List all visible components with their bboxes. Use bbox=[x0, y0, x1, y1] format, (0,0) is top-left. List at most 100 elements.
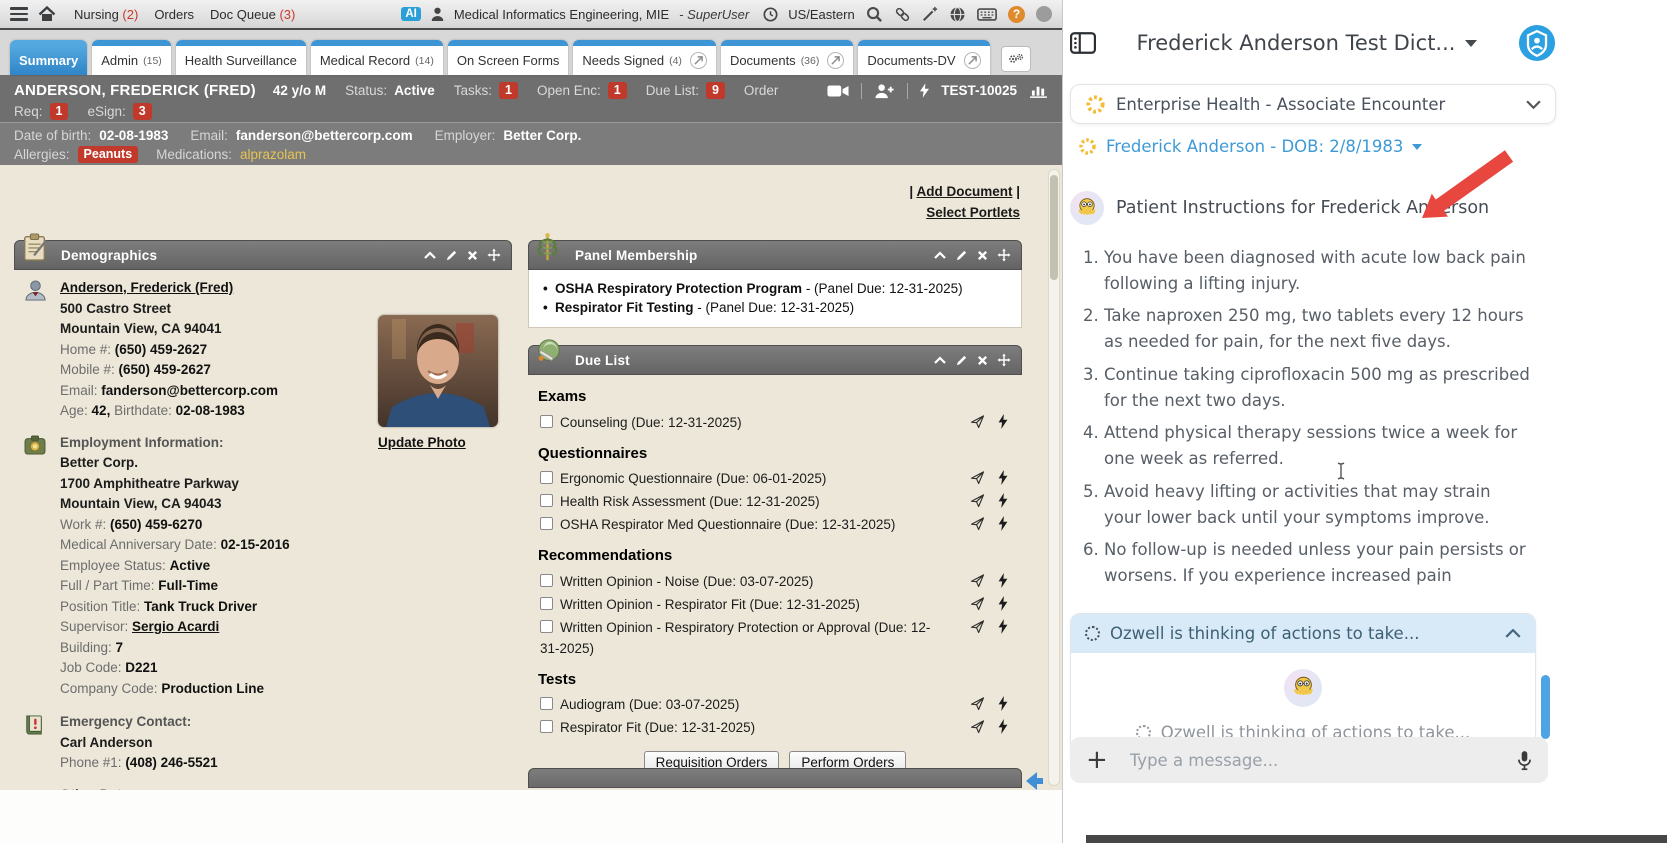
due-item-checkbox[interactable] bbox=[540, 517, 553, 530]
allergy-badge[interactable]: Peanuts bbox=[77, 146, 139, 163]
menu-icon[interactable] bbox=[10, 7, 28, 21]
select-portlets-link[interactable]: Select Portlets bbox=[926, 205, 1020, 220]
chat-input[interactable] bbox=[1129, 750, 1495, 770]
tab-needs-signed[interactable]: Needs Signed (4) bbox=[573, 40, 716, 75]
nav-item-orders[interactable]: Orders bbox=[154, 7, 194, 22]
sidebar-toggle-icon[interactable] bbox=[1070, 32, 1096, 54]
keyboard-icon[interactable] bbox=[977, 7, 997, 21]
perform-now-icon[interactable] bbox=[998, 493, 1008, 508]
tab-admin[interactable]: Admin (15) bbox=[92, 40, 171, 75]
chart-stats-icon[interactable] bbox=[1029, 83, 1048, 98]
demographics-header[interactable]: Demographics bbox=[14, 233, 512, 270]
tab-summary[interactable]: Summary bbox=[10, 40, 88, 75]
send-order-icon[interactable] bbox=[970, 596, 985, 611]
send-order-icon[interactable] bbox=[970, 619, 985, 634]
tab-on-screen-forms[interactable]: On Screen Forms bbox=[447, 40, 569, 75]
search-icon[interactable] bbox=[866, 6, 883, 23]
video-camera-icon[interactable] bbox=[827, 84, 849, 98]
external-link-icon[interactable] bbox=[963, 52, 981, 69]
user-avatar-circle[interactable] bbox=[1036, 6, 1052, 22]
req-badge[interactable]: 1 bbox=[49, 103, 69, 120]
move-portlet-icon[interactable] bbox=[997, 353, 1011, 367]
send-order-icon[interactable] bbox=[970, 696, 985, 711]
microphone-icon[interactable] bbox=[1517, 750, 1532, 771]
esign-badge[interactable]: 3 bbox=[132, 103, 152, 120]
due-item-checkbox[interactable] bbox=[540, 573, 553, 587]
medication-value[interactable]: alprazolam bbox=[240, 147, 306, 162]
perform-now-icon[interactable] bbox=[998, 719, 1008, 734]
collapse-portlet-icon[interactable] bbox=[934, 251, 946, 259]
send-order-icon[interactable] bbox=[970, 516, 985, 531]
tab-medical-record[interactable]: Medical Record (14) bbox=[310, 40, 443, 75]
collapse-portlet-icon[interactable] bbox=[934, 356, 946, 364]
patient-context-dropdown[interactable]: Frederick Anderson - DOB: 2/8/1983 bbox=[1070, 137, 1556, 156]
due-item-checkbox[interactable] bbox=[540, 471, 553, 484]
due-item-checkbox[interactable] bbox=[540, 494, 553, 507]
bolt-icon[interactable] bbox=[920, 83, 930, 98]
close-portlet-icon[interactable] bbox=[977, 355, 988, 366]
left-scrollbar[interactable] bbox=[1048, 169, 1060, 786]
patient-name[interactable]: ANDERSON, FREDERICK (FRED) bbox=[14, 82, 256, 99]
tab-health-surveillance[interactable]: Health Surveillance bbox=[175, 40, 306, 75]
perform-now-icon[interactable] bbox=[998, 413, 1008, 429]
due-item-checkbox[interactable] bbox=[540, 720, 553, 733]
external-link-icon[interactable] bbox=[827, 52, 845, 69]
order-link[interactable]: Order bbox=[744, 83, 779, 98]
move-portlet-icon[interactable] bbox=[487, 248, 501, 262]
due-list-header[interactable]: Due List bbox=[528, 339, 1022, 375]
tab-settings-gear-button[interactable] bbox=[1000, 46, 1031, 72]
close-portlet-icon[interactable] bbox=[977, 250, 988, 261]
due-item-checkbox[interactable] bbox=[540, 697, 553, 710]
external-link-icon[interactable] bbox=[689, 52, 707, 69]
send-order-icon[interactable] bbox=[970, 573, 985, 588]
collapse-portlet-icon[interactable] bbox=[424, 251, 436, 259]
due-list-badge[interactable]: 9 bbox=[705, 82, 725, 99]
close-portlet-icon[interactable] bbox=[467, 250, 478, 261]
home-icon[interactable] bbox=[38, 6, 56, 22]
edit-portlet-icon[interactable] bbox=[955, 354, 968, 367]
edit-portlet-icon[interactable] bbox=[445, 249, 458, 262]
perform-now-icon[interactable] bbox=[998, 572, 1008, 588]
perform-now-icon[interactable] bbox=[998, 618, 1008, 634]
timezone-label[interactable]: US/Eastern bbox=[788, 7, 854, 22]
conversation-title-dropdown[interactable]: Frederick Anderson Test Dict... bbox=[1096, 31, 1518, 55]
perform-now-icon[interactable] bbox=[998, 696, 1008, 711]
due-item-checkbox[interactable] bbox=[540, 414, 553, 428]
perform-now-icon[interactable] bbox=[998, 516, 1008, 531]
perform-now-icon[interactable] bbox=[998, 595, 1008, 611]
attach-plus-button[interactable]: + bbox=[1086, 747, 1108, 773]
due-item-checkbox[interactable] bbox=[540, 619, 553, 633]
help-icon[interactable]: ? bbox=[1008, 5, 1025, 23]
left-scrollbar-thumb[interactable] bbox=[1050, 175, 1058, 280]
panel-membership-header[interactable]: Panel Membership bbox=[528, 233, 1022, 270]
due-item-checkbox[interactable] bbox=[540, 596, 553, 610]
add-document-link[interactable]: Add Document bbox=[916, 184, 1012, 199]
send-order-icon[interactable] bbox=[970, 719, 985, 734]
wand-icon[interactable] bbox=[922, 6, 938, 22]
assistant-scrollbar-thumb[interactable] bbox=[1541, 675, 1550, 739]
nav-item-nursing[interactable]: Nursing (2) bbox=[74, 7, 138, 22]
perform-now-icon[interactable] bbox=[998, 470, 1008, 485]
ozwell-logo[interactable] bbox=[1518, 24, 1556, 62]
send-order-icon[interactable] bbox=[970, 470, 985, 485]
field-value-link[interactable]: Sergio Acardi bbox=[132, 619, 219, 634]
send-order-icon[interactable] bbox=[970, 493, 985, 508]
link-icon[interactable] bbox=[894, 6, 911, 23]
tasks-badge[interactable]: 1 bbox=[498, 82, 518, 99]
open-enc-badge[interactable]: 1 bbox=[607, 82, 627, 99]
tab-documents-dv[interactable]: Documents-DV bbox=[858, 40, 990, 75]
globe-icon[interactable] bbox=[949, 6, 966, 23]
tab-documents[interactable]: Documents (36) bbox=[720, 40, 854, 75]
chevron-up-icon[interactable] bbox=[1505, 628, 1521, 638]
update-photo-link[interactable]: Update Photo bbox=[378, 433, 500, 454]
patient-name-link[interactable]: Anderson, Frederick (Fred) bbox=[60, 280, 233, 295]
add-user-icon[interactable] bbox=[874, 83, 895, 99]
send-order-icon[interactable] bbox=[970, 414, 985, 429]
move-portlet-icon[interactable] bbox=[997, 248, 1011, 262]
encounter-selector[interactable]: Enterprise Health - Associate Encounter bbox=[1070, 84, 1556, 124]
nav-item-doc-queue[interactable]: Doc Queue (3) bbox=[210, 7, 295, 22]
expand-panel-arrow-icon[interactable] bbox=[1022, 769, 1046, 793]
edit-portlet-icon[interactable] bbox=[955, 249, 968, 262]
ai-badge[interactable]: AI bbox=[401, 7, 421, 21]
thinking-card-header[interactable]: Ozwell is thinking of actions to take... bbox=[1071, 613, 1535, 653]
